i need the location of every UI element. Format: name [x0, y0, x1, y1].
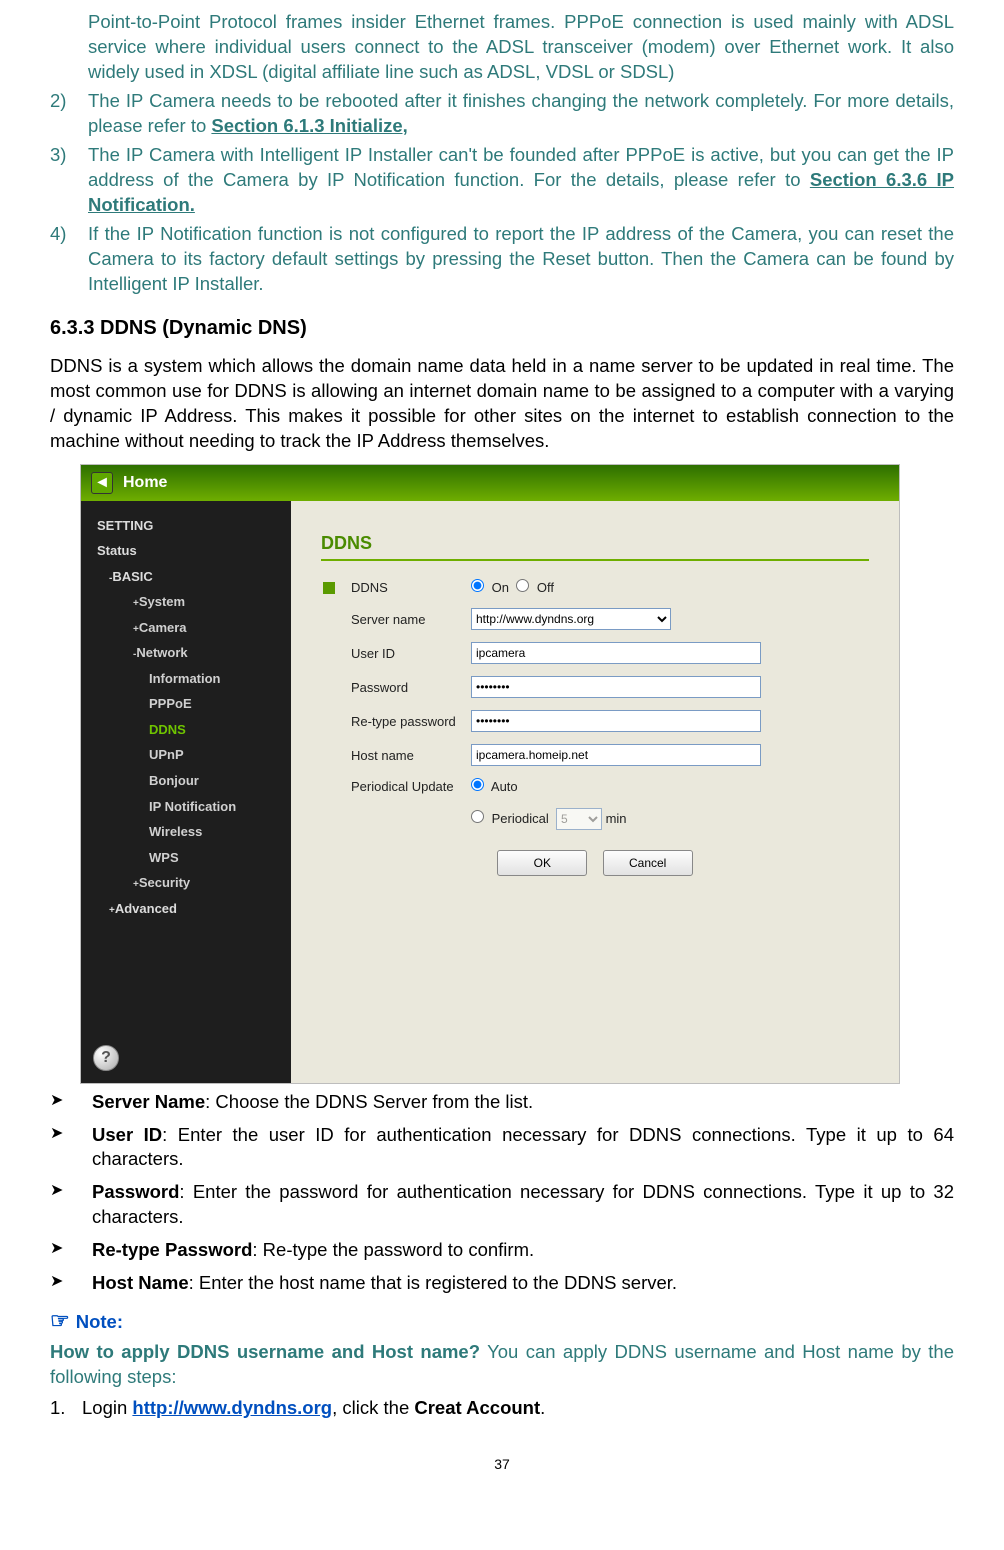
ddns-fields-list: ➤ Server Name: Choose the DDNS Server fr…: [50, 1090, 954, 1297]
radio-on[interactable]: [471, 579, 484, 592]
select-server-name[interactable]: http://www.dyndns.org: [471, 608, 671, 630]
field-retype-password-desc: : Re-type the password to confirm.: [252, 1239, 534, 1260]
howto-step-1: 1. Login http://www.dyndns.org, click th…: [50, 1396, 954, 1421]
step1-b: , click the: [332, 1397, 414, 1418]
sidebar-status[interactable]: Status: [81, 538, 291, 564]
list-number-4: 4): [50, 222, 88, 297]
panel-title: DDNS: [321, 531, 869, 561]
radio-on-label[interactable]: On: [471, 579, 509, 597]
radio-off-label[interactable]: Off: [516, 579, 554, 597]
howto-question: How to apply DDNS username and Host name…: [50, 1341, 480, 1362]
bullet-icon: ➤: [50, 1180, 92, 1230]
ddns-settings-screenshot: ◄ Home SETTING Status -BASIC +System +Ca…: [80, 464, 900, 1084]
back-arrow-icon[interactable]: ◄: [91, 472, 113, 494]
numbered-list: Point-to-Point Protocol frames insider E…: [50, 10, 954, 297]
radio-off[interactable]: [516, 579, 529, 592]
sidebar-camera[interactable]: +Camera: [81, 615, 291, 641]
input-password[interactable]: [471, 676, 761, 698]
bullet-icon: ➤: [50, 1090, 92, 1115]
label-user-id: User ID: [321, 645, 471, 663]
list-number-3: 3): [50, 143, 88, 218]
label-ddns: DDNS: [351, 579, 471, 597]
bullet-icon: ➤: [50, 1123, 92, 1173]
radio-auto[interactable]: [471, 778, 484, 791]
home-bar: ◄ Home: [81, 465, 899, 501]
field-retype-password: Re-type Password: [92, 1239, 252, 1260]
main-panel: DDNS DDNS On Off Server name http://www.…: [291, 501, 899, 1083]
step1-c: Creat Account: [414, 1397, 540, 1418]
field-user-id: User ID: [92, 1124, 162, 1145]
sidebar-bonjour[interactable]: Bonjour: [81, 768, 291, 794]
hand-point-icon: ☞: [50, 1308, 70, 1333]
sidebar-wps[interactable]: WPS: [81, 845, 291, 871]
radio-auto-label[interactable]: Auto: [471, 778, 518, 796]
row-marker-icon: [323, 582, 335, 594]
input-host-name[interactable]: [471, 744, 761, 766]
sidebar-advanced[interactable]: +Advanced: [81, 896, 291, 922]
bullet-icon: ➤: [50, 1271, 92, 1296]
sidebar-information[interactable]: Information: [81, 666, 291, 692]
list-item-3: The IP Camera with Intelligent IP Instal…: [88, 143, 954, 218]
step-number-1: 1.: [50, 1396, 82, 1421]
ddns-description: DDNS is a system which allows the domain…: [50, 354, 954, 454]
list-item-2: The IP Camera needs to be rebooted after…: [88, 89, 954, 139]
label-retype-password: Re-type password: [321, 713, 471, 731]
label-server-name: Server name: [321, 611, 471, 629]
radio-periodical-label[interactable]: Periodical: [471, 810, 549, 828]
top-paragraph: Point-to-Point Protocol frames insider E…: [88, 10, 954, 85]
link-section-6-1-3[interactable]: Section 6.1.3 Initialize,: [211, 115, 407, 136]
sidebar-ddns[interactable]: DDNS: [81, 717, 291, 743]
step1-d: .: [540, 1397, 545, 1418]
ok-button[interactable]: OK: [497, 850, 587, 876]
label-password: Password: [321, 679, 471, 697]
field-password-desc: : Enter the password for authentication …: [92, 1181, 954, 1227]
field-host-name: Host Name: [92, 1272, 189, 1293]
field-server-name: Server Name: [92, 1091, 205, 1112]
note-label: Note:: [76, 1311, 123, 1332]
label-host-name: Host name: [321, 747, 471, 765]
input-user-id[interactable]: [471, 642, 761, 664]
sidebar-upnp[interactable]: UPnP: [81, 742, 291, 768]
home-label[interactable]: Home: [123, 472, 167, 494]
input-retype-password[interactable]: [471, 710, 761, 732]
list-number-blank: [50, 10, 88, 85]
select-interval[interactable]: 5: [556, 808, 602, 830]
help-icon[interactable]: ?: [93, 1045, 119, 1071]
field-password: Password: [92, 1181, 179, 1202]
sidebar-ipnotification[interactable]: IP Notification: [81, 794, 291, 820]
link-dyndns[interactable]: http://www.dyndns.org: [132, 1397, 332, 1418]
bullet-icon: ➤: [50, 1238, 92, 1263]
list-number-2: 2): [50, 89, 88, 139]
howto-steps: 1. Login http://www.dyndns.org, click th…: [50, 1396, 954, 1421]
note-heading: ☞ Note:: [50, 1306, 954, 1336]
sidebar-basic[interactable]: -BASIC: [81, 564, 291, 590]
sidebar-system[interactable]: +System: [81, 589, 291, 615]
list-item-4: If the IP Notification function is not c…: [88, 222, 954, 297]
section-heading-6-3-3: 6.3.3 DDNS (Dynamic DNS): [50, 315, 954, 342]
sidebar-setting: SETTING: [81, 513, 291, 539]
howto-paragraph: How to apply DDNS username and Host name…: [50, 1340, 954, 1390]
radio-periodical[interactable]: [471, 810, 484, 823]
sidebar-security[interactable]: +Security: [81, 870, 291, 896]
label-periodical-update: Periodical Update: [321, 778, 471, 796]
sidebar-pppoe[interactable]: PPPoE: [81, 691, 291, 717]
sidebar-wireless[interactable]: Wireless: [81, 819, 291, 845]
field-user-id-desc: : Enter the user ID for authentication n…: [92, 1124, 954, 1170]
field-server-name-desc: : Choose the DDNS Server from the list.: [205, 1091, 533, 1112]
step1-a: Login: [82, 1397, 132, 1418]
sidebar: SETTING Status -BASIC +System +Camera -N…: [81, 501, 291, 1083]
field-host-name-desc: : Enter the host name that is registered…: [189, 1272, 677, 1293]
cancel-button[interactable]: Cancel: [603, 850, 693, 876]
label-min: min: [606, 810, 627, 828]
page-number: 37: [50, 1455, 954, 1474]
sidebar-network[interactable]: -Network: [81, 640, 291, 666]
